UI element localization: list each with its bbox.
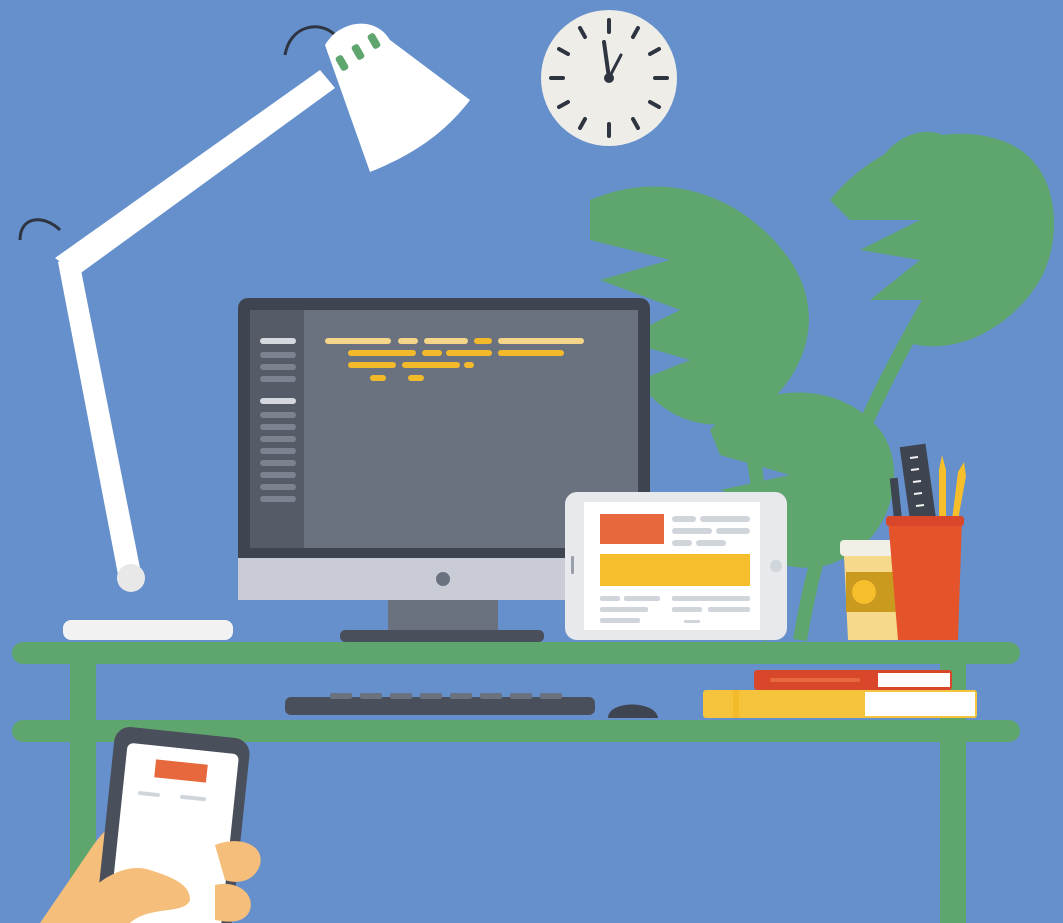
wall-clock-icon — [541, 10, 677, 146]
keyboard-icon — [285, 693, 595, 715]
workspace-illustration — [0, 0, 1063, 923]
tablet-icon — [565, 492, 787, 640]
